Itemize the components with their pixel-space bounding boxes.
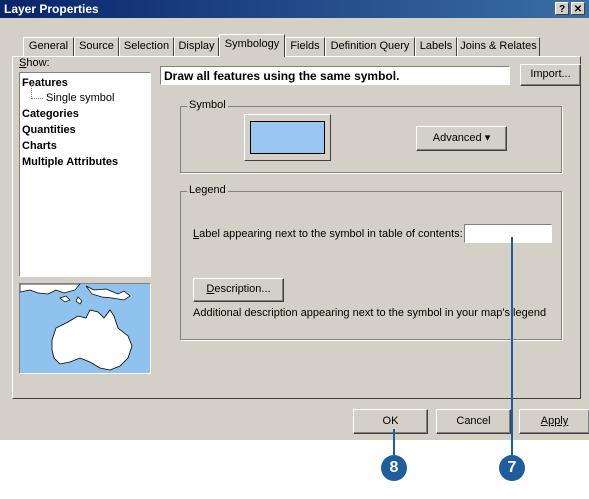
tab-labels[interactable]: Labels — [415, 37, 457, 56]
callout-7: 7 — [499, 455, 525, 481]
tab-joins-relates[interactable]: Joins & Relates — [457, 37, 540, 56]
show-list[interactable]: Features Single symbol Categories Quanti… — [19, 72, 151, 277]
layer-properties-dialog: Layer Properties ? ✕ General Source Sele… — [0, 0, 589, 440]
tab-selection[interactable]: Selection — [119, 37, 174, 56]
show-label: Show: — [19, 57, 50, 69]
label-input[interactable] — [464, 224, 552, 243]
tree-connector — [31, 98, 43, 99]
tab-definition-query[interactable]: Definition Query — [325, 37, 415, 56]
cancel-button[interactable]: Cancel — [436, 409, 511, 434]
tab-symbology-label: Symbology — [224, 38, 280, 50]
label-caption-rest: abel appearing next to the symbol in tab… — [199, 228, 463, 240]
title-bar: Layer Properties ? ✕ — [0, 0, 589, 18]
symbology-description-bar: Draw all features using the same symbol. — [160, 66, 510, 85]
tab-general[interactable]: General — [23, 37, 74, 56]
callout-8: 8 — [381, 455, 407, 481]
show-label-rest: how: — [26, 57, 50, 69]
description-rest: escription... — [214, 283, 271, 295]
tab-display[interactable]: Display — [174, 37, 219, 56]
tab-symbology[interactable]: Symbology — [219, 34, 285, 57]
list-item-single-symbol[interactable]: Single symbol — [44, 92, 116, 104]
list-item-quantities[interactable]: Quantities — [22, 124, 76, 136]
list-item-multiple-attributes[interactable]: Multiple Attributes — [22, 156, 118, 168]
advanced-button[interactable]: Advanced ▾ — [416, 126, 507, 151]
list-item-charts[interactable]: Charts — [22, 140, 57, 152]
description-button[interactable]: Description... — [193, 278, 284, 302]
tab-fields[interactable]: Fields — [285, 37, 325, 56]
symbol-swatch — [250, 121, 325, 154]
help-button[interactable]: ? — [555, 2, 569, 15]
symbology-description: Draw all features using the same symbol. — [164, 69, 400, 83]
tree-connector — [31, 85, 32, 99]
callout-8-line — [393, 429, 395, 455]
symbol-group-title: Symbol — [187, 99, 228, 111]
legend-group-title: Legend — [187, 184, 228, 196]
window-title: Layer Properties — [4, 2, 99, 16]
ok-button[interactable]: OK — [353, 409, 428, 434]
list-item-features[interactable]: Features — [22, 77, 68, 89]
advanced-label: Advanced — [432, 132, 482, 144]
label-caption: Label appearing next to the symbol in ta… — [193, 228, 463, 240]
close-button[interactable]: ✕ — [571, 2, 585, 15]
apply-button[interactable]: Apply — [519, 409, 589, 434]
map-preview — [19, 283, 151, 374]
list-item-categories[interactable]: Categories — [22, 108, 79, 120]
symbol-swatch-button[interactable] — [244, 114, 331, 161]
callout-7-line — [511, 237, 513, 456]
description-help-text: Additional description appearing next to… — [193, 307, 547, 319]
import-button[interactable]: Import... — [520, 64, 581, 86]
australia-map-image — [20, 284, 150, 373]
chevron-down-icon: ▾ — [484, 132, 491, 144]
tab-source[interactable]: Source — [74, 37, 119, 56]
